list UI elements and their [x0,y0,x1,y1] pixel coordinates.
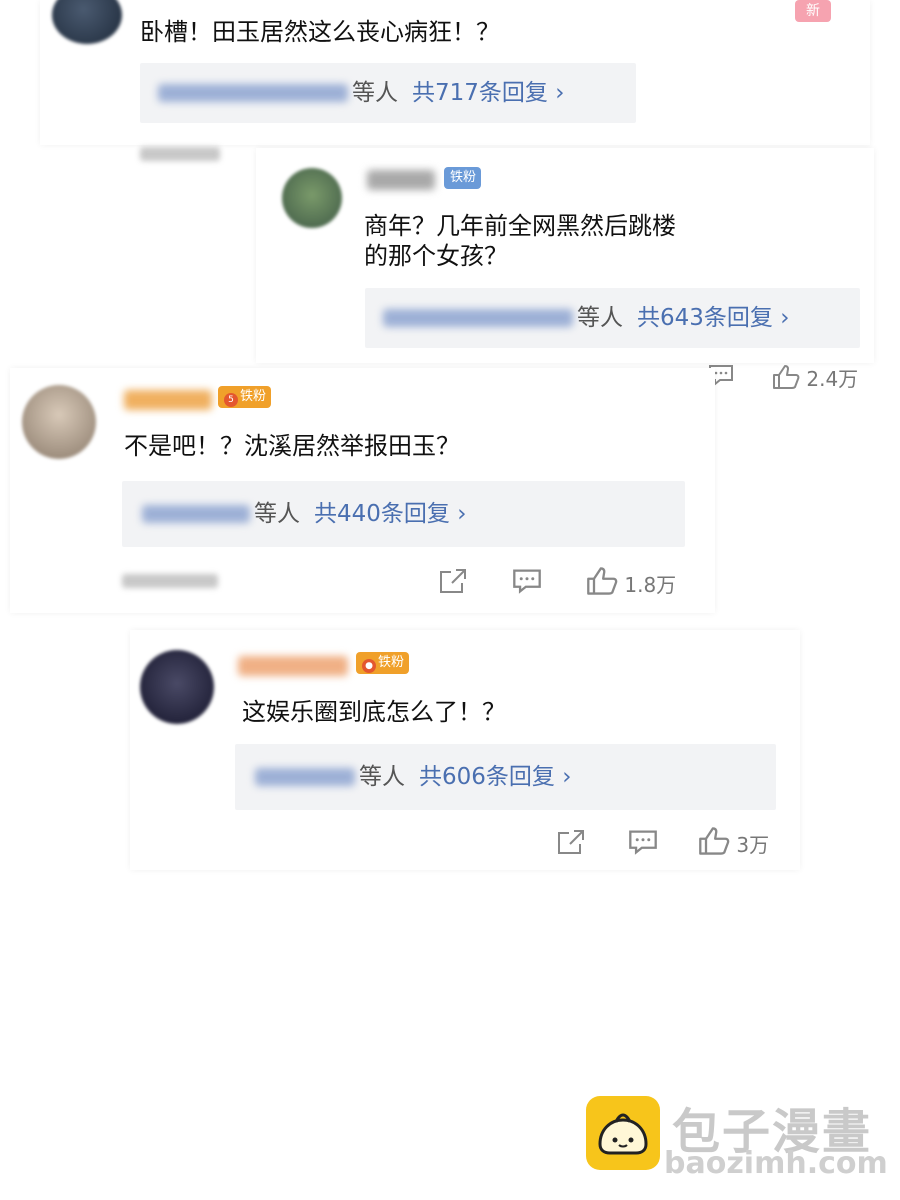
comment-icon [513,569,541,594]
comment-text-line2: 的那个女孩？ [364,242,508,270]
avatar[interactable] [140,650,214,724]
user-name[interactable] [124,390,212,410]
share-icon [440,569,466,593]
like-icon [773,365,800,389]
comment-text: 卧槽！田玉居然这么丧心病狂！？ [140,18,500,46]
comment-text-line1: 商年？几年前全网黑然后跳楼 [364,212,676,240]
replier-names [158,84,348,102]
comment-icon [629,830,657,855]
new-badge: 新 [795,0,831,22]
replier-names [142,505,250,523]
reply-suffix: 等人 [577,305,623,331]
crown-icon: 5 [224,393,238,407]
bun-logo-icon [586,1096,660,1170]
share-button[interactable] [556,828,586,857]
reply-box[interactable]: 等人 共606条回复 › [235,744,776,810]
like-button[interactable]: 2.4万 [772,363,858,392]
comment-button[interactable] [628,828,658,857]
share-icon [558,830,584,854]
reply-box[interactable]: 等人 共643条回复 › [365,288,860,348]
reply-suffix: 等人 [352,80,398,106]
crown-icon: ● [362,659,376,673]
like-count: 3万 [736,833,770,857]
reply-suffix: 等人 [254,501,300,527]
comment-text: 不是吧！？沈溪居然举报田玉？ [124,432,460,460]
like-icon [587,567,618,595]
reply-count-link[interactable]: 共717条回复 › [412,80,564,106]
watermark-url: baozimh.com [664,1146,888,1181]
reply-suffix: 等人 [359,764,405,790]
reply-count-link[interactable]: 共440条回复 › [314,501,466,527]
fan-badge: 5 铁粉 [218,386,272,408]
reply-count-link[interactable]: 共643条回复 › [637,305,789,331]
comment-text: 这娱乐圈到底怎么了！？ [242,698,506,726]
replier-names [383,309,573,327]
like-count: 2.4万 [806,367,859,391]
avatar[interactable] [22,385,96,459]
user-name[interactable] [238,656,348,676]
fan-badge: ● 铁粉 [356,652,410,674]
share-button[interactable] [438,567,468,596]
reply-box[interactable]: 等人 共440条回复 › [122,481,685,547]
user-name[interactable] [367,170,435,190]
like-button[interactable]: 3万 [698,826,769,858]
reply-count-link[interactable]: 共606条回复 › [419,764,571,790]
comment-date [140,147,220,161]
like-count: 1.8万 [624,573,677,597]
comment-date [122,574,218,588]
avatar[interactable] [282,168,342,228]
comment-button[interactable] [512,567,542,596]
like-icon [699,827,730,855]
fan-badge: 铁粉 [444,167,482,189]
reply-box[interactable]: 等人 共717条回复 › [140,63,636,123]
like-button[interactable]: 1.8万 [586,566,676,598]
replier-names [255,768,355,786]
